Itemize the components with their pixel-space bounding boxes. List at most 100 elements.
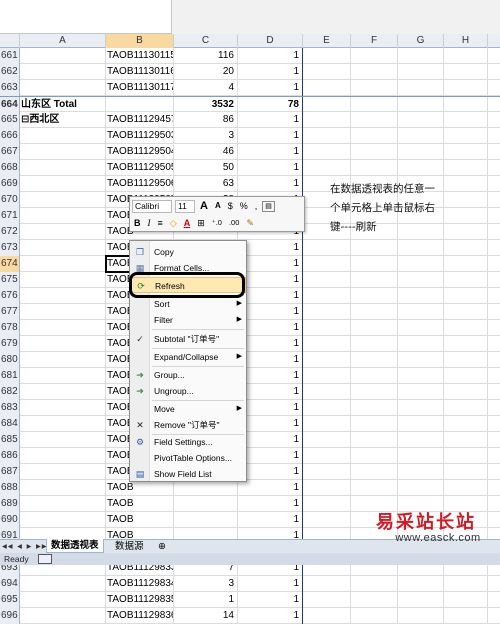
- cell-d[interactable]: 1: [238, 368, 303, 384]
- cell-h[interactable]: [444, 160, 488, 176]
- cell-g[interactable]: [398, 432, 444, 448]
- cell-a[interactable]: 山东区 Total: [20, 97, 106, 113]
- cell-g[interactable]: [398, 160, 444, 176]
- font-name-box[interactable]: Calibri: [132, 199, 172, 213]
- cell-a[interactable]: [20, 288, 106, 304]
- cell-a[interactable]: [20, 272, 106, 288]
- cell-g[interactable]: [398, 480, 444, 496]
- cell-a[interactable]: [20, 576, 106, 592]
- column-header-b[interactable]: B: [106, 34, 174, 48]
- cell-c[interactable]: 46: [174, 144, 238, 160]
- column-header-g[interactable]: G: [398, 34, 444, 48]
- cell-c[interactable]: 86: [174, 112, 238, 128]
- cell-b[interactable]: TAOB11129836: [106, 608, 174, 624]
- cell-d[interactable]: 1: [238, 256, 303, 272]
- cell-d[interactable]: 1: [238, 288, 303, 304]
- cell-g[interactable]: [398, 384, 444, 400]
- cell-d[interactable]: 1: [238, 272, 303, 288]
- column-header-f[interactable]: F: [351, 34, 398, 48]
- cell-c[interactable]: 63: [174, 176, 238, 192]
- row-number[interactable]: 694: [0, 576, 20, 592]
- cell-h[interactable]: [444, 480, 488, 496]
- cell-f[interactable]: [351, 80, 398, 96]
- cell-b[interactable]: TAOB11129506: [106, 176, 174, 192]
- cell-e[interactable]: [303, 48, 351, 64]
- cell-a[interactable]: [20, 224, 106, 240]
- cell-g[interactable]: [398, 97, 444, 113]
- cell-e[interactable]: [303, 496, 351, 512]
- cell-g[interactable]: [398, 144, 444, 160]
- cell-e[interactable]: [303, 448, 351, 464]
- cell-f[interactable]: [351, 304, 398, 320]
- cell-h[interactable]: [444, 97, 488, 113]
- menu-item-group[interactable]: ➔ Group...: [130, 367, 246, 383]
- cell-g[interactable]: [398, 416, 444, 432]
- cell-h[interactable]: [444, 464, 488, 480]
- cell-h[interactable]: [444, 448, 488, 464]
- row-number[interactable]: 665: [0, 112, 20, 128]
- cell-a[interactable]: [20, 352, 106, 368]
- tab-navigation-arrows[interactable]: ◂◂ ◂ ▸ ▸▸: [2, 540, 48, 553]
- bold-button[interactable]: B: [132, 216, 143, 230]
- cell-a[interactable]: [20, 592, 106, 608]
- cell-e[interactable]: [303, 416, 351, 432]
- cell-b[interactable]: TAOB: [106, 512, 174, 528]
- cell-a[interactable]: [20, 240, 106, 256]
- cell-g[interactable]: [398, 576, 444, 592]
- cell-a[interactable]: [20, 64, 106, 80]
- cell-a[interactable]: [20, 512, 106, 528]
- cell-a[interactable]: [20, 160, 106, 176]
- row-number[interactable]: 686: [0, 448, 20, 464]
- menu-item-remove[interactable]: ✕ Remove "订单号": [130, 417, 246, 433]
- menu-item-ungroup[interactable]: ➔ Ungroup...: [130, 383, 246, 399]
- cell-g[interactable]: [398, 272, 444, 288]
- cell-e[interactable]: [303, 512, 351, 528]
- row-number[interactable]: 676: [0, 288, 20, 304]
- cell-f[interactable]: [351, 112, 398, 128]
- row-number[interactable]: 688: [0, 480, 20, 496]
- cell-e[interactable]: [303, 368, 351, 384]
- cell-d[interactable]: 1: [238, 416, 303, 432]
- cell-f[interactable]: [351, 128, 398, 144]
- cell-h[interactable]: [444, 576, 488, 592]
- cell-d[interactable]: 1: [238, 592, 303, 608]
- cell-f[interactable]: [351, 64, 398, 80]
- cell-a[interactable]: [20, 80, 106, 96]
- cell-e[interactable]: [303, 256, 351, 272]
- menu-item-move[interactable]: Move ▶: [130, 401, 246, 417]
- cell-g[interactable]: [398, 288, 444, 304]
- column-header-c[interactable]: C: [174, 34, 238, 48]
- cell-h[interactable]: [444, 192, 488, 208]
- cell-a[interactable]: [20, 128, 106, 144]
- cell-h[interactable]: [444, 80, 488, 96]
- cell-h[interactable]: [444, 224, 488, 240]
- cell-a[interactable]: [20, 176, 106, 192]
- cell-g[interactable]: [398, 400, 444, 416]
- cell-d[interactable]: 1: [238, 304, 303, 320]
- cell-f[interactable]: [351, 480, 398, 496]
- cell-f[interactable]: [351, 400, 398, 416]
- cell-g[interactable]: [398, 464, 444, 480]
- cell-a[interactable]: [20, 448, 106, 464]
- row-number[interactable]: 684: [0, 416, 20, 432]
- cell-d[interactable]: 1: [238, 176, 303, 192]
- cell-c[interactable]: [174, 496, 238, 512]
- cell-f[interactable]: [351, 48, 398, 64]
- cell-d[interactable]: 1: [238, 336, 303, 352]
- cell-e[interactable]: [303, 592, 351, 608]
- cell-a[interactable]: [20, 256, 106, 272]
- center-align-button[interactable]: ≡: [156, 216, 165, 230]
- row-number[interactable]: 682: [0, 384, 20, 400]
- cell-h[interactable]: [444, 112, 488, 128]
- cell-h[interactable]: [444, 320, 488, 336]
- cell-e[interactable]: [303, 320, 351, 336]
- cell-d[interactable]: 1: [238, 64, 303, 80]
- font-size-box[interactable]: 11: [175, 199, 195, 213]
- cell-g[interactable]: [398, 80, 444, 96]
- cell-e[interactable]: [303, 576, 351, 592]
- cell-e[interactable]: [303, 384, 351, 400]
- row-number[interactable]: 683: [0, 400, 20, 416]
- cell-h[interactable]: [444, 400, 488, 416]
- row-number[interactable]: 695: [0, 592, 20, 608]
- font-color-button[interactable]: A: [182, 216, 193, 230]
